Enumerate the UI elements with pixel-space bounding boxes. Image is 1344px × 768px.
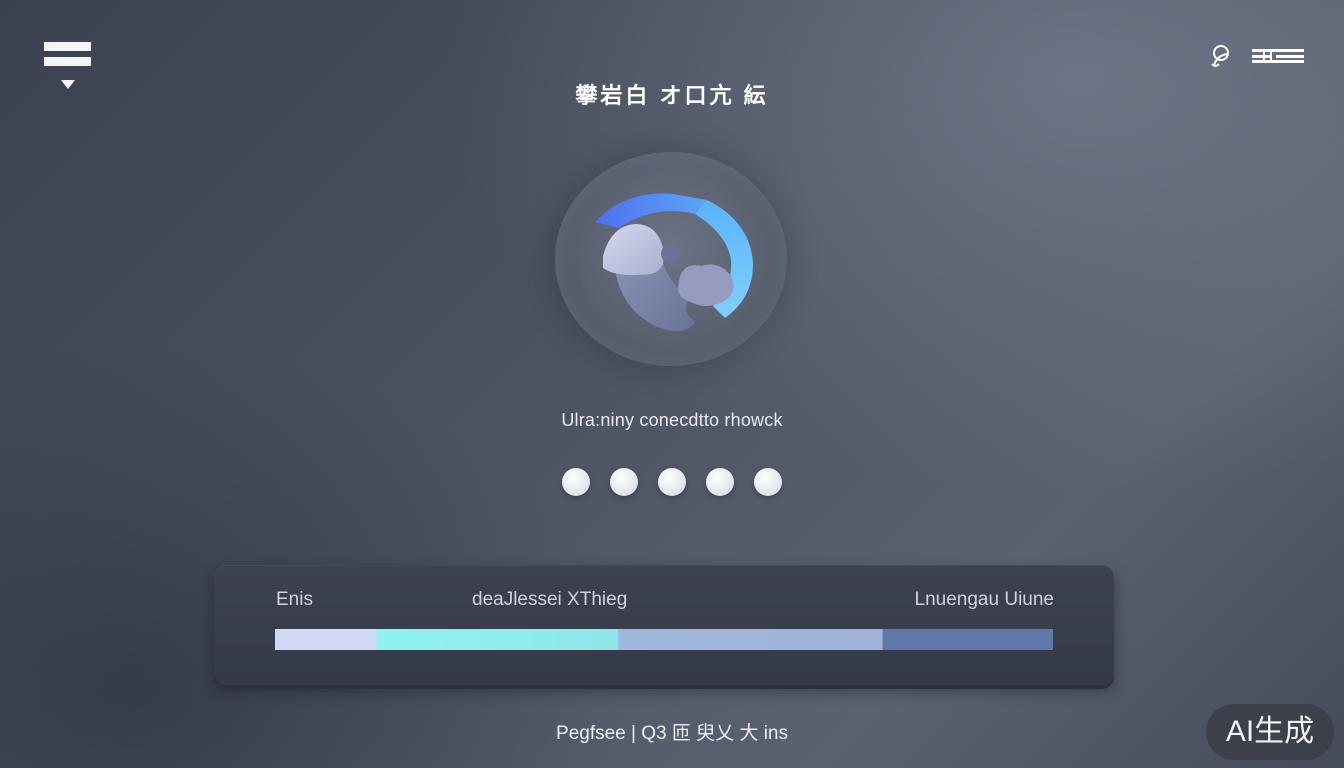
more-icon[interactable]: [1252, 48, 1304, 64]
menu-caret: [61, 80, 75, 89]
page-title: 攀岩白 オ口亢 紜: [575, 83, 769, 108]
progress-label-center: deaJlessei XThieg: [472, 589, 628, 610]
progress-bar: [275, 629, 1053, 650]
menu-bar-top: [44, 42, 91, 51]
menu-bar-middle: [44, 57, 91, 66]
progress-panel: Enis deaJlessei XThieg Lnuengau Uiune: [214, 565, 1114, 685]
progress-bar-fill: [275, 629, 1053, 650]
loading-indicator: [560, 468, 784, 498]
ai-generated-badge: AI生成: [1206, 704, 1334, 760]
menu-icon[interactable]: [44, 42, 92, 92]
account-icon[interactable]: [1206, 42, 1234, 70]
app-logo-icon: [555, 152, 787, 366]
loading-dot: [610, 468, 638, 496]
loading-dot: [562, 468, 590, 496]
footer-text: Pegfsee | Q3 匝 臾乂 大 ins: [556, 723, 788, 744]
progress-label-left: Enis: [276, 589, 313, 610]
loading-dot: [658, 468, 686, 496]
loading-dot: [754, 468, 782, 496]
loading-dot: [706, 468, 734, 496]
status-message: Ulra:niny conecdtto rhowck: [561, 410, 783, 430]
progress-label-right: Lnuengau Uiune: [914, 589, 1054, 610]
